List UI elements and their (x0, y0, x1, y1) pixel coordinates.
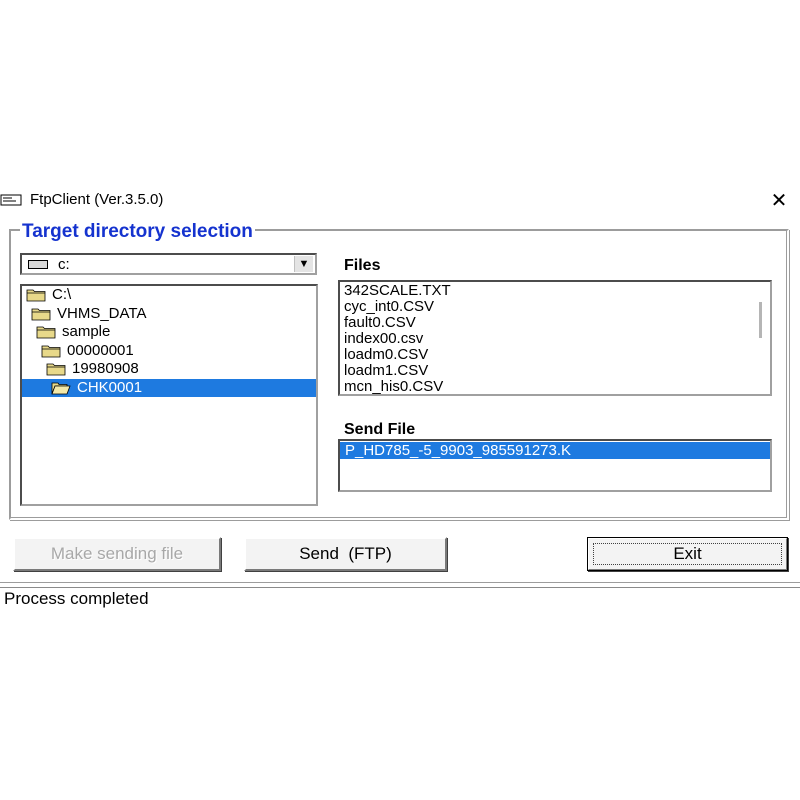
files-label: Files (344, 257, 381, 274)
file-list-item[interactable]: mcn_his0.CSV (344, 379, 443, 395)
tree-item-label: C:\ (52, 286, 72, 303)
tree-item-label: sample (62, 323, 111, 341)
drive-select[interactable]: c: ▼ (20, 253, 317, 275)
tree-item[interactable]: 19980908 (22, 360, 316, 378)
tree-item-label: CHK0001 (77, 379, 143, 396)
folder-icon (31, 308, 51, 320)
tree-item[interactable]: 00000001 (22, 342, 316, 360)
folder-icon (41, 345, 61, 358)
send-file-item[interactable]: P_HD785_-5_9903_985591273.K (340, 442, 770, 459)
exit-button[interactable]: Exit (587, 537, 788, 571)
file-list-item[interactable]: loadm1.CSV (344, 363, 428, 379)
folder-icon (26, 289, 46, 302)
folder-icon (36, 326, 56, 339)
tree-item[interactable]: C:\ (22, 286, 316, 304)
file-list-item[interactable]: index00.csv (344, 331, 423, 347)
file-list-item[interactable]: 342SCALE.TXT (344, 283, 451, 299)
ftp-client-window: FtpClient (Ver.3.5.0) ✕ Target directory… (0, 188, 800, 610)
tree-item-label: VHMS_DATA (57, 304, 147, 322)
status-text: Process completed (4, 589, 149, 608)
tree-item-label: 19980908 (72, 360, 139, 378)
chevron-down-icon[interactable]: ▼ (294, 256, 313, 272)
send-file-label: Send File (344, 421, 416, 438)
status-divider (0, 582, 800, 586)
ftp-window-icon (0, 194, 22, 206)
file-list-item[interactable]: loadm0.CSV (344, 347, 428, 363)
tree-item-label: 00000001 (67, 341, 134, 359)
file-list-item[interactable]: fault0.CSV (344, 315, 416, 331)
folder-icon (46, 363, 66, 376)
title-bar: FtpClient (Ver.3.5.0) ✕ (0, 188, 800, 212)
group-title: Target directory selection (20, 221, 255, 243)
tree-item[interactable]: CHK0001 (22, 379, 316, 397)
directory-tree[interactable]: C:\ VHMS_DATA sample 00000001 19980908 CHK000… (20, 284, 318, 506)
send-ftp-button[interactable]: Send (FTP) (244, 537, 447, 571)
make-sending-file-button[interactable]: Make sending file (13, 537, 221, 571)
drive-value: c: (58, 256, 70, 273)
tree-item[interactable]: sample (22, 323, 316, 341)
window-title: FtpClient (Ver.3.5.0) (30, 191, 164, 208)
files-scrollbar[interactable] (759, 302, 762, 338)
close-button[interactable]: ✕ (766, 190, 792, 212)
send-file-list[interactable]: P_HD785_-5_9903_985591273.K (338, 439, 772, 492)
tree-item[interactable]: VHMS_DATA (22, 305, 316, 323)
files-list[interactable]: 342SCALE.TXT cyc_int0.CSV fault0.CSV index0… (338, 280, 772, 396)
drive-icon (28, 260, 48, 269)
close-icon: ✕ (770, 190, 788, 212)
status-bar: Process completed (0, 587, 800, 610)
file-list-item[interactable]: cyc_int0.CSV (344, 299, 434, 315)
folder-open-icon (51, 382, 71, 395)
